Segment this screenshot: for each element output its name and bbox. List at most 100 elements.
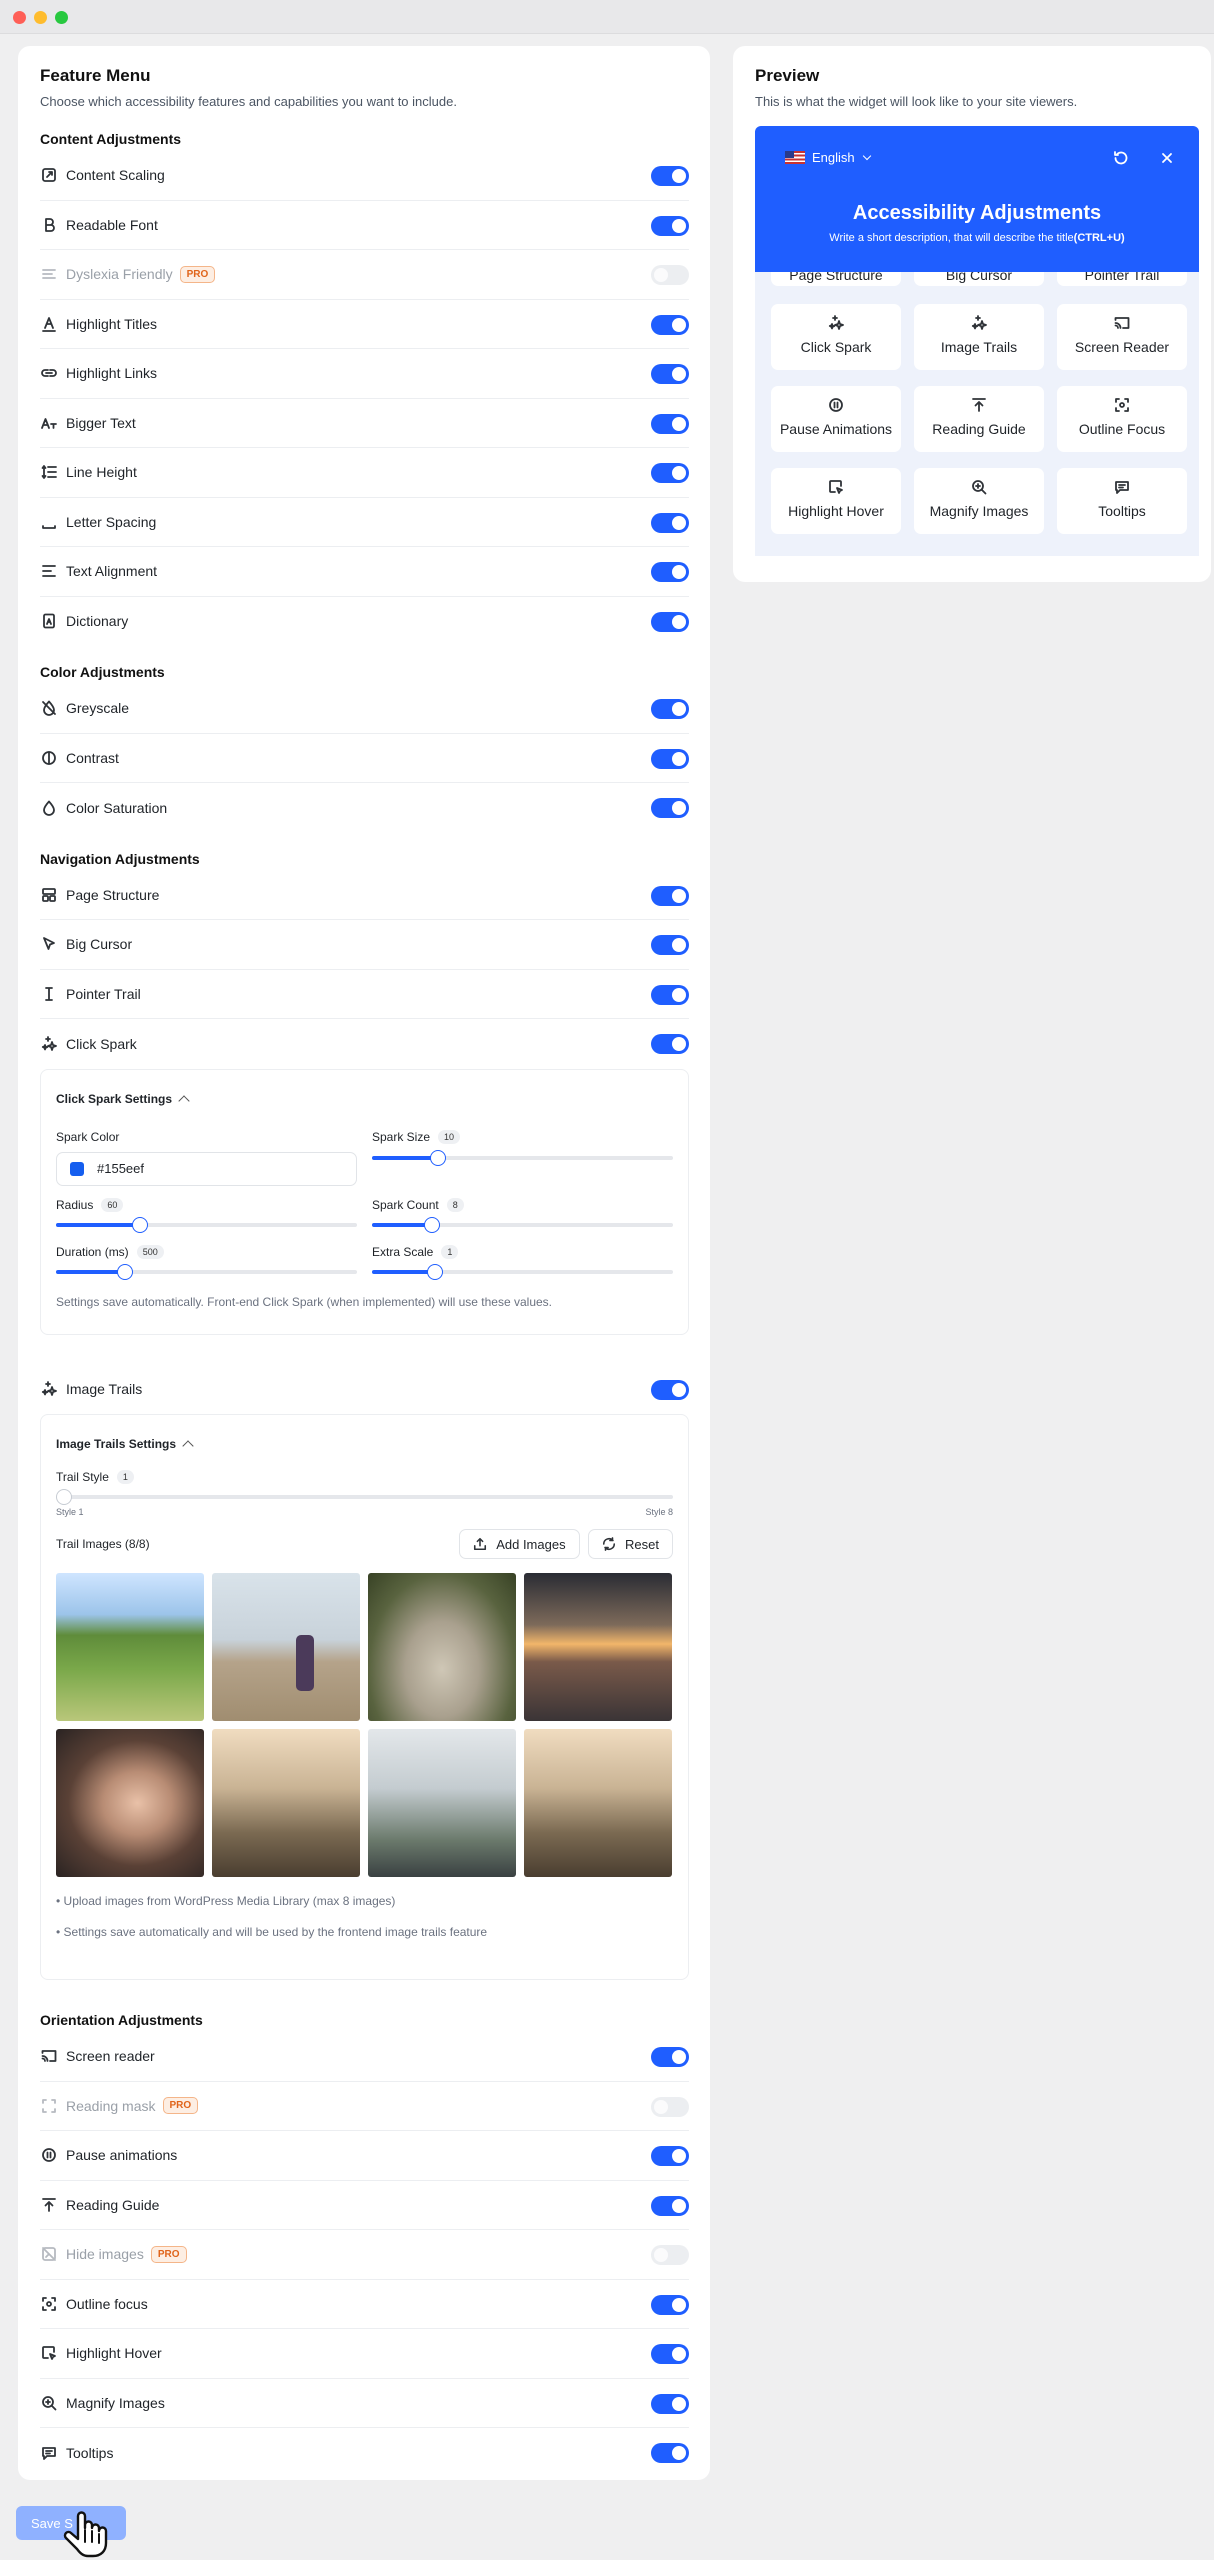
widget-card[interactable]: Pause Animations [771,386,901,452]
widget-card[interactable]: Image Trails [914,304,1044,370]
click-spark-settings-toggle[interactable]: Click Spark Settings [56,1092,673,1107]
image-trails-toggle[interactable] [651,1379,689,1400]
trail-image-2[interactable] [212,1573,360,1721]
slider-track[interactable] [56,1263,357,1280]
feature-row[interactable]: Tooltips [40,2428,689,2478]
feature-toggle[interactable] [651,562,689,582]
feature-toggle[interactable] [651,166,689,186]
feature-toggle[interactable] [651,2096,689,2117]
feature-toggle[interactable] [651,885,689,906]
trail-image-4[interactable] [524,1573,672,1721]
widget-card-partial[interactable]: Page Structure [771,272,901,286]
widget-card[interactable]: Outline Focus [1057,386,1187,452]
feature-toggle[interactable] [651,935,689,955]
slider-label: Extra Scale 1 [372,1244,673,1259]
feature-toggle[interactable] [651,984,689,1005]
trail-image-7[interactable] [368,1729,516,1877]
feature-row[interactable]: Screen reader [40,2032,689,2082]
feature-toggle[interactable] [651,512,689,533]
widget-card-partial[interactable]: Big Cursor [914,272,1044,286]
feature-row[interactable]: Greyscale [40,684,689,734]
feature-toggle[interactable] [651,2195,689,2216]
feature-row[interactable]: Color Saturation [40,783,689,833]
widget-card[interactable]: Screen Reader [1057,304,1187,370]
feature-toggle[interactable] [651,2047,689,2067]
feature-toggle[interactable] [651,314,689,335]
feature-row[interactable]: Dyslexia Friendly PRO [40,250,689,300]
slider-handle[interactable] [430,1149,447,1166]
refresh-icon [602,1537,616,1551]
feature-row[interactable]: Letter Spacing [40,498,689,547]
feature-row[interactable]: Page Structure [40,871,689,920]
feature-row[interactable]: Reading mask PRO [40,2082,689,2131]
trail-image-8[interactable] [524,1729,672,1877]
slider-handle[interactable] [427,1263,444,1280]
slider-handle[interactable] [424,1216,441,1233]
feature-toggle[interactable] [651,2146,689,2166]
slider-track[interactable] [372,1149,673,1166]
feature-toggle[interactable] [651,364,689,384]
feature-row[interactable]: Outline focus [40,2280,689,2329]
feature-row[interactable]: Highlight Titles [40,300,689,349]
feature-row[interactable]: Pause animations [40,2131,689,2181]
feature-toggle[interactable] [651,265,689,285]
trail-image-6[interactable] [212,1729,360,1877]
trail-image-5[interactable] [56,1729,204,1877]
widget-card-partial[interactable]: Pointer Trail [1057,272,1187,286]
feature-row[interactable]: Magnify Images [40,2379,689,2428]
feature-toggle[interactable] [651,413,689,434]
slider-handle[interactable] [132,1216,149,1233]
trail-style-slider[interactable] [56,1489,673,1505]
feature-row[interactable]: Hide images PRO [40,2230,689,2280]
feature-row[interactable]: Click Spark [40,1019,689,1069]
trail-image-1[interactable] [56,1573,204,1721]
reset-widget-button[interactable] [1113,150,1131,168]
feature-row-image-trails[interactable]: Image Trails [40,1365,689,1415]
feature-row[interactable]: Line Height [40,448,689,498]
minimize-window-button[interactable] [34,11,47,24]
feature-row[interactable]: Text Alignment [40,547,689,597]
feature-toggle[interactable] [651,699,689,719]
widget-card[interactable]: Highlight Hover [771,468,901,534]
trail-style-handle[interactable] [56,1489,72,1505]
feature-row[interactable]: Bigger Text [40,399,689,448]
close-widget-button[interactable] [1159,150,1177,168]
feature-toggle[interactable] [651,463,689,483]
feature-toggle[interactable] [651,798,689,818]
feature-row[interactable]: Contrast [40,734,689,783]
feature-toggle[interactable] [651,215,689,236]
feature-row[interactable]: Readable Font [40,201,689,250]
widget-card[interactable]: Reading Guide [914,386,1044,452]
image-trails-settings-toggle[interactable]: Image Trails Settings [56,1437,673,1452]
close-window-button[interactable] [13,11,26,24]
spark-color-swatch[interactable] [70,1161,84,1176]
feature-toggle[interactable] [651,748,689,769]
feature-row[interactable]: Pointer Trail [40,970,689,1019]
feature-toggle[interactable] [651,2294,689,2315]
widget-card[interactable]: Magnify Images [914,468,1044,534]
feature-toggle[interactable] [651,2443,689,2463]
slider-track[interactable] [56,1216,357,1233]
slider-track[interactable] [372,1263,673,1280]
widget-card[interactable]: Tooltips [1057,468,1187,534]
trail-image-3[interactable] [368,1573,516,1721]
feature-toggle[interactable] [651,2344,689,2364]
feature-row[interactable]: Dictionary [40,597,689,647]
feature-toggle[interactable] [651,2393,689,2414]
reset-images-button[interactable]: Reset [588,1529,673,1559]
feature-row[interactable]: Big Cursor [40,920,689,970]
feature-row[interactable]: Highlight Hover [40,2329,689,2379]
slider-track[interactable] [372,1216,673,1233]
widget-card[interactable]: Click Spark [771,304,901,370]
language-selector[interactable]: English [785,150,871,165]
add-images-button[interactable]: Add Images [459,1529,580,1559]
feature-toggle[interactable] [651,2245,689,2265]
feature-row[interactable]: Content Scaling [40,151,689,201]
feature-toggle[interactable] [651,611,689,632]
maximize-window-button[interactable] [55,11,68,24]
feature-toggle[interactable] [651,1034,689,1054]
feature-row[interactable]: Reading Guide [40,2181,689,2230]
feature-row[interactable]: Highlight Links [40,349,689,399]
spark-color-input[interactable]: #155eef [56,1151,357,1186]
slider-handle[interactable] [117,1263,134,1280]
